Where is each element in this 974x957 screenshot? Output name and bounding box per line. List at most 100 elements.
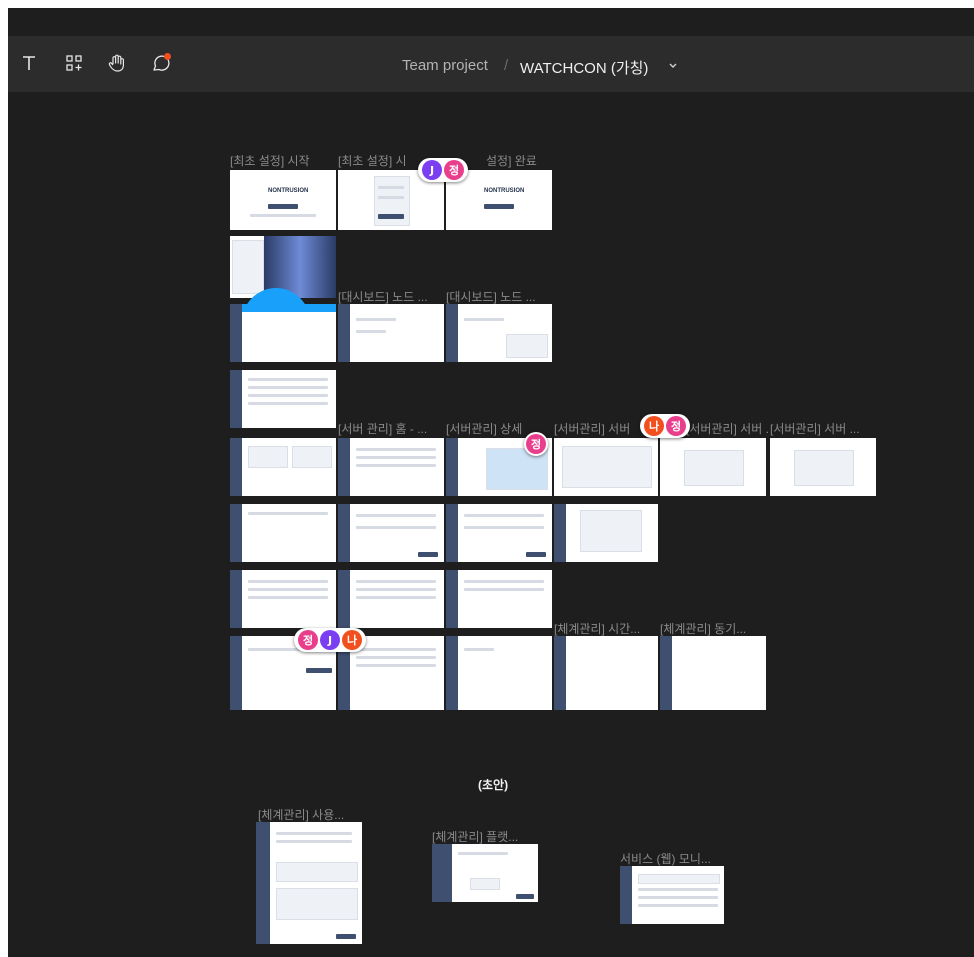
frame-form-card	[562, 446, 652, 488]
frame-button-shape	[268, 204, 298, 209]
notification-dot-icon	[164, 53, 171, 60]
frame-line	[356, 656, 436, 659]
avatar: 나	[342, 630, 362, 650]
frame-line	[464, 318, 504, 321]
collaborator-avatars: 정	[524, 432, 548, 456]
frame-line	[458, 852, 508, 855]
toolbar: Team project / WATCHCON (가칭)	[8, 8, 974, 92]
frame-sidebar	[554, 636, 566, 710]
comment-icon	[153, 53, 171, 71]
breadcrumb-file[interactable]: WATCHCON (가칭)	[520, 57, 648, 78]
frame-thumbnail[interactable]	[620, 866, 724, 924]
frame-button-shape	[526, 552, 546, 557]
avatar: J	[320, 630, 340, 650]
frame-sidebar	[446, 504, 458, 562]
chevron-down-icon[interactable]	[668, 62, 678, 70]
frame-thumbnail[interactable]: NONTRUSION	[230, 170, 336, 230]
frame-thumbnail[interactable]	[446, 636, 552, 710]
frame-thumbnail[interactable]	[770, 438, 876, 496]
frame-line	[356, 330, 386, 333]
frame-sidebar	[230, 370, 242, 428]
frame-card	[248, 446, 288, 468]
frame-line	[464, 514, 544, 517]
frame-thumbnail[interactable]	[446, 570, 552, 628]
frame-button-shape	[336, 934, 356, 939]
frame-label[interactable]: [체계관리] 사용...	[258, 806, 366, 823]
frame-label[interactable]: [대시보드] 노드 ...	[338, 288, 444, 305]
frame-thumbnail[interactable]	[230, 438, 336, 496]
frame-label[interactable]: 서비스 (웹) 모니...	[620, 850, 730, 867]
frame-sidebar	[446, 636, 458, 710]
frame-button-shape	[306, 668, 332, 673]
frame-label[interactable]: [서버관리] 서버 ...	[686, 420, 768, 437]
frame-label[interactable]: [서버관리] 서버 ...	[770, 420, 876, 437]
frame-label[interactable]: 설정] 완료	[486, 152, 566, 169]
frame-sidebar	[446, 304, 458, 362]
hand-tool-button[interactable]	[104, 50, 130, 76]
frame-label[interactable]: [최초 설정] 시	[338, 152, 426, 169]
frame-label[interactable]: [최초 설정] 시작	[230, 152, 340, 169]
frame-thumbnail[interactable]	[660, 636, 766, 710]
breadcrumb-separator: /	[504, 57, 509, 74]
frame-dialog	[580, 510, 642, 552]
frame-thumbnail[interactable]	[230, 370, 336, 428]
breadcrumb-team[interactable]: Team project	[402, 57, 488, 74]
frame-card	[276, 862, 358, 882]
canvas[interactable]: [최초 설정] 시작 NONTRUSION [최초 설정] 시 설정] 완료 N…	[8, 92, 974, 957]
frame-thumbnail[interactable]	[432, 844, 538, 902]
frame-thumbnail[interactable]	[446, 304, 552, 362]
hand-icon	[108, 54, 124, 72]
avatar: 정	[526, 434, 546, 454]
component-tool-button[interactable]	[61, 50, 87, 76]
frame-sidebar	[446, 570, 458, 628]
frame-thumbnail[interactable]	[338, 504, 444, 562]
brand-logo-text: NONTRUSION	[484, 188, 525, 194]
frame-sidebar	[446, 438, 458, 496]
frame-label[interactable]: [서버 관리] 홈 - ...	[338, 420, 444, 437]
frame-sidebar	[230, 438, 242, 496]
frame-thumbnail[interactable]	[338, 304, 444, 362]
frame-sidebar	[338, 504, 350, 562]
frame-label[interactable]: [서버관리] 서버	[554, 420, 646, 437]
frame-filter-bar	[638, 874, 720, 884]
frame-header	[242, 304, 336, 312]
frame-thumbnail[interactable]	[554, 438, 658, 496]
frame-line	[356, 526, 436, 529]
frame-sidebar	[338, 570, 350, 628]
frame-line	[248, 588, 328, 591]
frame-line	[248, 580, 328, 583]
frame-thumbnail[interactable]	[554, 504, 658, 562]
collaborator-avatars: 정 J 나	[294, 628, 366, 652]
frame-line	[248, 512, 328, 515]
frame-thumbnail[interactable]	[230, 504, 336, 562]
components-icon	[66, 55, 82, 71]
frame-line	[638, 888, 718, 891]
frame-line	[464, 580, 544, 583]
frame-sidebar	[660, 636, 672, 710]
frame-line	[356, 648, 436, 651]
frame-thumbnail[interactable]	[338, 438, 444, 496]
frame-line	[356, 448, 436, 451]
frame-line	[248, 394, 328, 397]
frame-label[interactable]: [체계관리] 시간...	[554, 620, 658, 637]
frame-label[interactable]: [체계관리] 플랫...	[432, 828, 542, 845]
frame-dialog	[684, 450, 744, 486]
window-top-strip	[8, 8, 974, 34]
text-icon	[23, 56, 35, 70]
frame-table	[276, 888, 358, 920]
frame-thumbnail[interactable]	[230, 304, 336, 362]
frame-thumbnail[interactable]	[446, 504, 552, 562]
frame-thumbnail[interactable]	[338, 570, 444, 628]
frame-thumbnail[interactable]	[554, 636, 658, 710]
frame-thumbnail[interactable]	[256, 822, 362, 944]
frame-thumbnail[interactable]	[230, 570, 336, 628]
comment-tool-button[interactable]	[148, 50, 174, 76]
frame-button-shape	[418, 552, 438, 557]
frame-label[interactable]: [대시보드] 노드 ...	[446, 288, 552, 305]
text-tool-button[interactable]	[16, 50, 42, 76]
frame-line	[250, 214, 316, 217]
frame-line	[276, 840, 352, 843]
frame-thumbnail[interactable]	[660, 438, 766, 496]
frame-label[interactable]: [체계관리] 동기...	[660, 620, 766, 637]
app-window: Team project / WATCHCON (가칭) [최초 설정] 시작 …	[8, 8, 974, 957]
